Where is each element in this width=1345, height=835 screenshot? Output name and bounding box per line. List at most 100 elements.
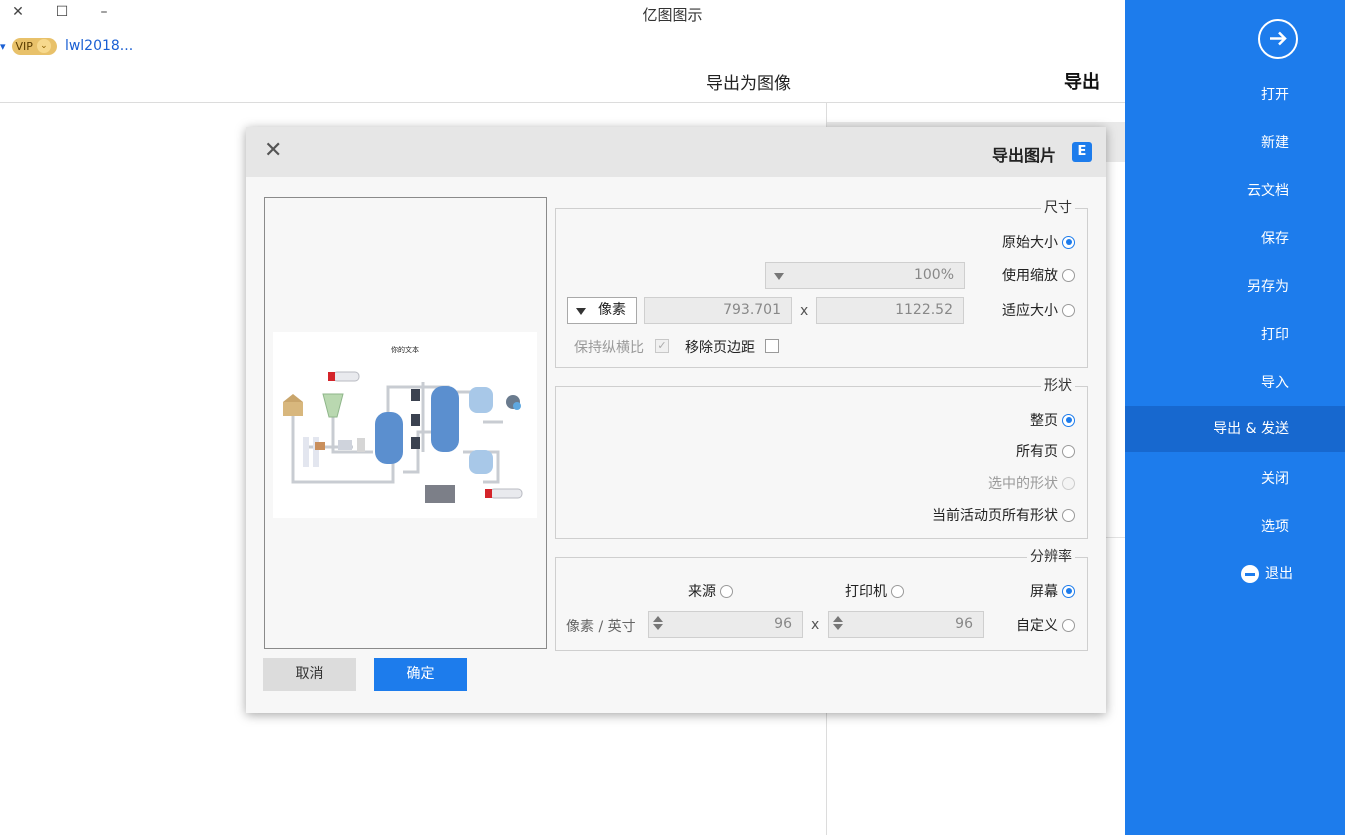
size-option-zoom[interactable]: 使用缩放 — [1002, 266, 1075, 284]
vip-badge[interactable]: VIP ⌄ — [11, 37, 57, 55]
remove-margin-checkbox[interactable] — [765, 339, 779, 353]
keep-ratio-label: 保持纵横比 — [574, 340, 644, 356]
sidebar-item-label: 关闭 — [1261, 471, 1289, 487]
unit-select[interactable]: 像素 — [567, 297, 637, 324]
diagram-title: 你的文本 — [391, 345, 419, 354]
radio-label: 打印机 — [845, 584, 887, 600]
size-option-original[interactable]: 原始大小 — [1002, 233, 1075, 251]
remove-margin-label: 移除页边距 — [685, 340, 755, 356]
radio-label: 适应大小 — [1002, 303, 1058, 319]
radio-label: 整页 — [1030, 413, 1058, 429]
sidebar-item-label: 选项 — [1261, 519, 1289, 535]
radio-selected-shapes[interactable] — [1062, 476, 1075, 490]
radio-label: 使用缩放 — [1002, 268, 1058, 284]
radio-original[interactable] — [1062, 235, 1075, 249]
close-icon[interactable]: ✕ — [264, 139, 282, 163]
radio-label: 当前活动页所有形状 — [932, 508, 1058, 524]
resolution-option-printer[interactable]: 打印机 — [845, 582, 904, 600]
radio-fit[interactable] — [1062, 303, 1075, 317]
stepper-icon[interactable] — [833, 614, 843, 635]
size-group: 尺寸 原始大小 使用缩放 100% 适应大小 1122.52 x 793.701… — [555, 200, 1088, 368]
sidebar-item-cloud[interactable]: 云文档 — [1125, 168, 1345, 214]
shape-option-current-page-shapes[interactable]: 当前活动页所有形状 — [932, 506, 1075, 524]
size-legend: 尺寸 — [1041, 200, 1075, 216]
sidebar-item-label: 打印 — [1261, 327, 1289, 343]
sidebar-item-new[interactable]: 新建 — [1125, 120, 1345, 166]
sidebar-item-label: 导入 — [1261, 375, 1289, 391]
chevron-down-icon — [774, 273, 784, 280]
resolution-option-custom[interactable]: 自定义 — [1016, 616, 1075, 634]
radio-source[interactable] — [720, 584, 733, 598]
sidebar-item-print[interactable]: 打印 — [1125, 312, 1345, 358]
radio-label: 来源 — [688, 584, 716, 600]
sidebar-item-label: 另存为 — [1247, 279, 1289, 295]
export-image-dialog: ✕ 导出图片 E 你的文本 尺寸 原始大小 使用缩放 100% 适应大小 112… — [246, 127, 1106, 713]
sidebar-item-label: 导出 & 发送 — [1213, 421, 1289, 437]
dpi-unit-label: 像素 / 英寸 — [566, 619, 636, 635]
stepper-icon[interactable] — [653, 614, 663, 635]
radio-current-page-shapes[interactable] — [1062, 508, 1075, 522]
sidebar-item-import[interactable]: 导入 — [1125, 360, 1345, 406]
shape-option-all-pages[interactable]: 所有页 — [1016, 442, 1075, 460]
radio-label: 自定义 — [1016, 618, 1058, 634]
resolution-option-source[interactable]: 来源 — [688, 582, 733, 600]
resolution-group: 分辨率 屏幕 打印机 来源 自定义 96 x 96 像素 / 英寸 — [555, 549, 1088, 651]
sidebar-item-label: 云文档 — [1247, 183, 1289, 199]
shape-option-whole-page[interactable]: 整页 — [1030, 411, 1075, 429]
dialog-title: 导出图片 — [991, 146, 1056, 165]
sidebar-item-exit[interactable]: 退出 — [1125, 551, 1345, 597]
process-diagram-thumbnail: 你的文本 — [283, 345, 523, 503]
shape-group: 形状 整页 所有页 选中的形状 当前活动页所有形状 — [555, 378, 1088, 539]
zoom-value: 100% — [913, 267, 954, 283]
panel-subheading: 导出为图像 — [706, 74, 791, 94]
sidebar-item-close[interactable]: 关闭 — [1125, 456, 1345, 502]
radio-zoom[interactable] — [1062, 268, 1075, 282]
width-input[interactable]: 1122.52 — [816, 297, 964, 324]
height-value: 793.701 — [723, 302, 781, 318]
app-logo-icon: E — [1072, 142, 1092, 162]
unit-value: 像素 — [598, 302, 626, 318]
sidebar-item-open[interactable]: 打开 — [1125, 72, 1345, 118]
user-name[interactable]: lwl2018... — [65, 38, 133, 54]
vip-chevron-icon: ⌄ — [36, 39, 51, 53]
radio-screen[interactable] — [1062, 584, 1075, 598]
zoom-select[interactable]: 100% — [765, 262, 965, 289]
dpi-x-value: 96 — [955, 616, 973, 632]
radio-label: 原始大小 — [1002, 235, 1058, 251]
radio-printer[interactable] — [891, 584, 904, 598]
sidebar: 打开 新建 云文档 保存 另存为 打印 导入 导出 & 发送 关闭 选项 退出 — [1125, 0, 1345, 835]
sidebar-item-export-send[interactable]: 导出 & 发送 — [1125, 406, 1345, 452]
times-sign: x — [800, 303, 809, 319]
sidebar-item-options[interactable]: 选项 — [1125, 504, 1345, 550]
size-option-fit[interactable]: 适应大小 — [1002, 301, 1075, 319]
sidebar-item-save-as[interactable]: 另存为 — [1125, 264, 1345, 310]
radio-whole-page[interactable] — [1062, 413, 1075, 427]
keep-ratio-checkbox[interactable]: ✓ — [655, 339, 669, 353]
chevron-down-icon — [576, 308, 586, 315]
shape-legend: 形状 — [1041, 378, 1075, 394]
user-account[interactable]: ▾ VIP ⌄ lwl2018... — [0, 36, 133, 56]
radio-all-pages[interactable] — [1062, 444, 1075, 458]
dpi-y-value: 96 — [774, 616, 792, 632]
shape-option-selected[interactable]: 选中的形状 — [988, 474, 1075, 492]
sidebar-item-label: 打开 — [1261, 87, 1289, 103]
export-preview: 你的文本 — [264, 197, 547, 649]
radio-custom[interactable] — [1062, 618, 1075, 632]
dialog-header: ✕ 导出图片 E — [246, 127, 1106, 177]
radio-label: 所有页 — [1016, 444, 1058, 460]
resolution-option-screen[interactable]: 屏幕 — [1030, 582, 1075, 600]
height-input[interactable]: 793.701 — [644, 297, 792, 324]
arrow-right-icon — [1270, 31, 1287, 46]
cancel-button[interactable]: 取消 — [263, 658, 356, 691]
times-sign: x — [811, 617, 820, 633]
radio-label: 屏幕 — [1030, 584, 1058, 600]
ok-button[interactable]: 确定 — [374, 658, 467, 691]
back-button[interactable] — [1258, 19, 1298, 59]
resolution-legend: 分辨率 — [1027, 549, 1075, 565]
vip-label: VIP — [15, 39, 33, 53]
preview-diagram: 你的文本 — [273, 332, 537, 518]
user-dropdown-icon[interactable]: ▾ — [0, 40, 6, 53]
dpi-x-input[interactable]: 96 — [828, 611, 984, 638]
sidebar-item-save[interactable]: 保存 — [1125, 216, 1345, 262]
dpi-y-input[interactable]: 96 — [648, 611, 803, 638]
